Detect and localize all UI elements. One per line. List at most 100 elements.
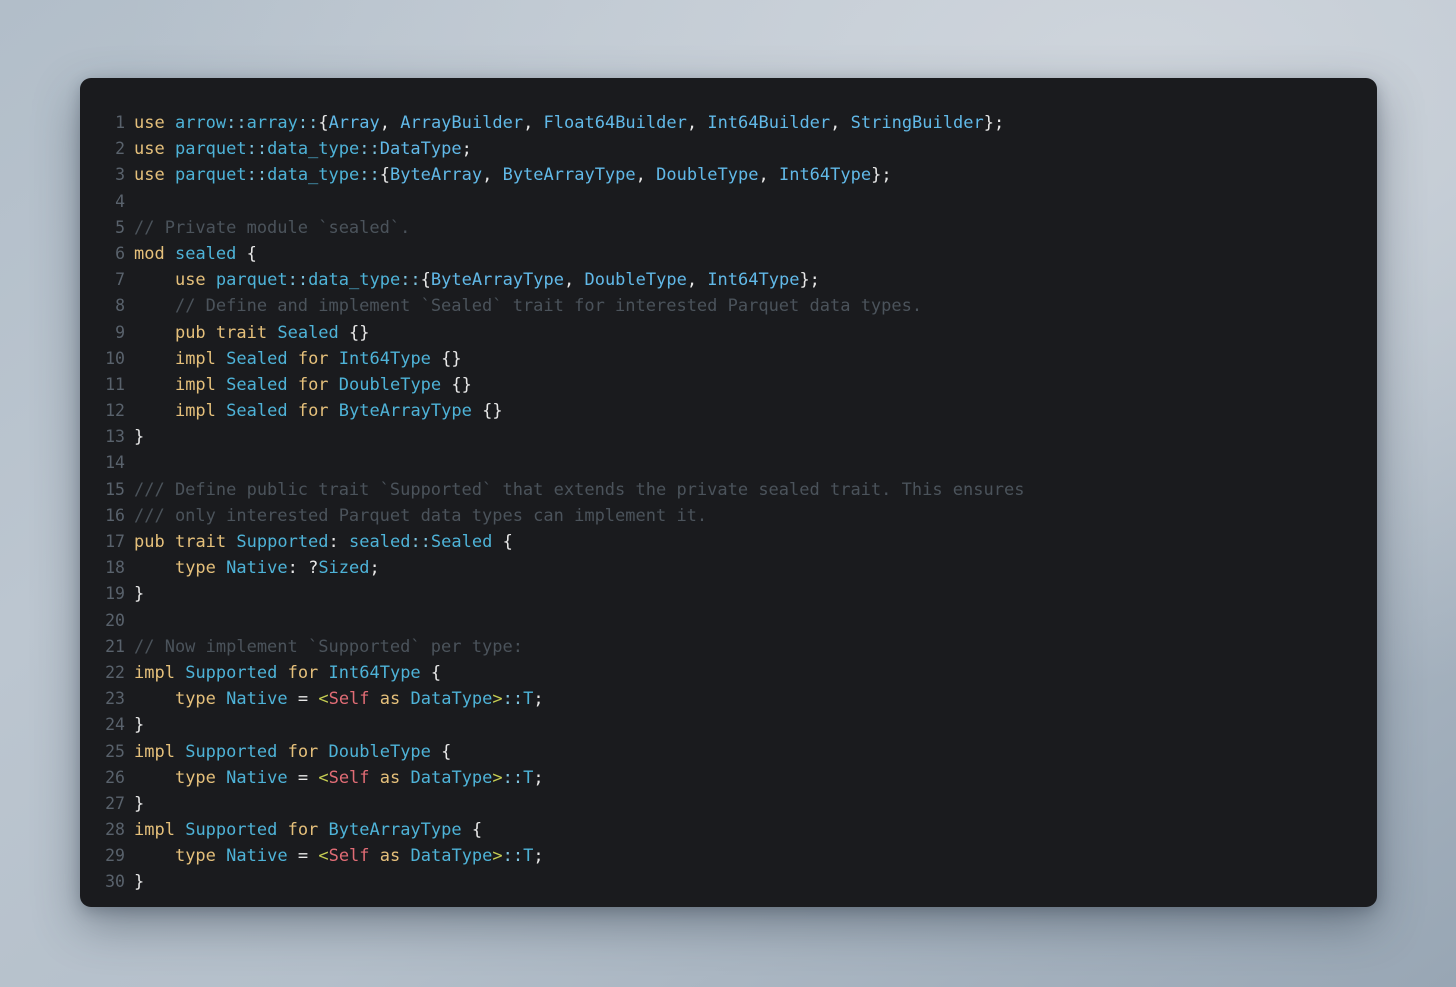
code-token-ty: Native: [226, 558, 288, 579]
code-line[interactable]: 29 type Native = <Self as DataType>::T;: [80, 843, 1377, 869]
code-line[interactable]: 27}: [80, 791, 1377, 817]
code-token-pun: ,: [635, 165, 657, 186]
code-line[interactable]: 17 pub trait Supported: sealed::Sealed {: [80, 529, 1377, 555]
code-line[interactable]: 8 // Define and implement `Sealed` trait…: [80, 293, 1377, 319]
code-line-content: // Define and implement `Sealed` trait f…: [134, 293, 1377, 319]
code-token-ty: sealed: [349, 532, 411, 552]
code-token-tyb: StringBuilder: [850, 113, 984, 133]
code-token-ty: Supported: [236, 532, 329, 552]
code-token-pun: [165, 165, 175, 185]
code-line[interactable]: 20: [80, 608, 1377, 634]
code-line[interactable]: 12 impl Sealed for ByteArrayType {}: [80, 398, 1377, 424]
code-line[interactable]: 25 impl Supported for DoubleType {: [80, 739, 1377, 765]
code-token-pun: [165, 532, 175, 552]
line-number: 29: [105, 846, 125, 866]
code-token-pun: [216, 689, 226, 709]
code-line[interactable]: 4: [80, 189, 1377, 215]
code-line[interactable]: 14: [80, 450, 1377, 476]
code-line[interactable]: 7 use parquet::data_type::{ByteArrayType…: [80, 267, 1377, 293]
code-token-pun: [288, 375, 298, 395]
code-editor-body[interactable]: 1 use arrow::array::{Array, ArrayBuilder,…: [80, 110, 1377, 896]
code-token-pun: [308, 846, 318, 866]
code-line[interactable]: 11 impl Sealed for DoubleType {}: [80, 372, 1377, 398]
code-line[interactable]: 28 impl Supported for ByteArrayType {: [80, 817, 1377, 843]
code-token-cm: /// Define public trait `Supported` that…: [134, 479, 1025, 500]
code-line[interactable]: 2 use parquet::data_type::DataType;: [80, 136, 1377, 162]
code-token-pun: [216, 349, 226, 369]
code-token-pun: [134, 296, 175, 316]
code-token-pun: }: [134, 793, 145, 814]
code-token-ty: DataType: [410, 767, 493, 788]
code-token-pun: [134, 768, 175, 788]
code-token-pun: [339, 323, 349, 343]
code-token-pun: [134, 349, 175, 369]
code-token-pun: [134, 689, 175, 709]
code-line[interactable]: 23 type Native = <Self as DataType>::T;: [80, 686, 1377, 712]
code-line[interactable]: 15 /// Define public trait `Supported` th…: [80, 477, 1377, 503]
code-line-content: use arrow::array::{Array, ArrayBuilder, …: [134, 110, 1377, 136]
code-token-pun: [216, 401, 226, 421]
code-token-pun: [431, 742, 441, 762]
code-token-sep: ::: [297, 113, 319, 133]
code-token-pun: };: [871, 165, 892, 186]
code-token-pun: [216, 846, 226, 866]
line-number: 1: [115, 113, 125, 132]
code-token-ang: <: [318, 689, 329, 710]
line-number: 11: [105, 374, 125, 394]
code-token-pun: ,: [686, 270, 708, 291]
code-token-pun: [308, 689, 318, 709]
code-token-tyb: DoubleType: [584, 270, 687, 291]
line-number: 4: [115, 191, 125, 211]
code-token-ty: Int64Type: [338, 348, 431, 369]
code-token-pun: }: [134, 872, 145, 893]
code-line-content: use parquet::data_type::{ByteArrayType, …: [134, 267, 1377, 293]
code-token-pun: [318, 820, 328, 840]
line-number: 19: [105, 584, 125, 604]
code-line[interactable]: 30}: [80, 869, 1377, 895]
code-token-pun: {: [502, 532, 513, 552]
code-line[interactable]: 18 type Native: ?Sized;: [80, 555, 1377, 581]
code-line[interactable]: 13}: [80, 424, 1377, 450]
code-line-content: // Private module `sealed`.: [134, 215, 1377, 241]
code-line[interactable]: 19}: [80, 581, 1377, 607]
code-token-pun: [277, 742, 287, 762]
code-token-sep: ::: [359, 139, 380, 160]
code-token-pun: [318, 663, 328, 683]
code-token-pun: [318, 742, 328, 762]
code-line[interactable]: 1 use arrow::array::{Array, ArrayBuilder,…: [80, 110, 1377, 136]
code-token-ty: arrow: [174, 113, 227, 133]
code-line[interactable]: 3 use parquet::data_type::{ByteArray, Byt…: [80, 162, 1377, 188]
code-token-ty: data_type: [308, 270, 401, 291]
code-token-pun: [236, 244, 246, 264]
code-line[interactable]: 9 pub trait Sealed {}: [80, 320, 1377, 346]
line-number: 10: [105, 348, 125, 368]
code-token-ty: Sealed: [226, 348, 288, 369]
code-token-pun: [492, 532, 502, 552]
line-number: 8: [115, 296, 125, 316]
code-token-pun: ,: [830, 113, 851, 133]
code-line[interactable]: 22 impl Supported for Int64Type {: [80, 660, 1377, 686]
code-token-kw: for: [297, 374, 329, 395]
code-token-kw: for: [287, 820, 319, 841]
code-line[interactable]: 24}: [80, 712, 1377, 738]
code-token-kw: as: [379, 689, 401, 710]
code-token-kw: for: [287, 662, 319, 683]
code-token-op: ?: [308, 558, 319, 579]
line-number: 7: [115, 270, 125, 290]
code-line[interactable]: 21 // Now implement `Supported` per type:: [80, 634, 1377, 660]
code-line[interactable]: 10 impl Sealed for Int64Type {}: [80, 346, 1377, 372]
code-line[interactable]: 16 /// only interested Parquet data types…: [80, 503, 1377, 529]
code-token-ty: DoubleType: [328, 741, 431, 762]
code-token-sep: ::: [287, 270, 309, 291]
code-line[interactable]: 6 mod sealed {: [80, 241, 1377, 267]
code-token-ty: T: [523, 767, 534, 788]
code-line[interactable]: 26 type Native = <Self as DataType>::T;: [80, 765, 1377, 791]
code-token-ty: Supported: [185, 662, 278, 683]
code-token-ty: sealed: [174, 243, 237, 264]
code-token-kw: as: [379, 846, 401, 867]
code-line[interactable]: 5 // Private module `sealed`.: [80, 215, 1377, 241]
line-number: 30: [105, 872, 125, 892]
code-token-pun: [288, 689, 298, 709]
code-token-pun: [277, 663, 287, 683]
code-token-kw: type: [174, 767, 216, 788]
